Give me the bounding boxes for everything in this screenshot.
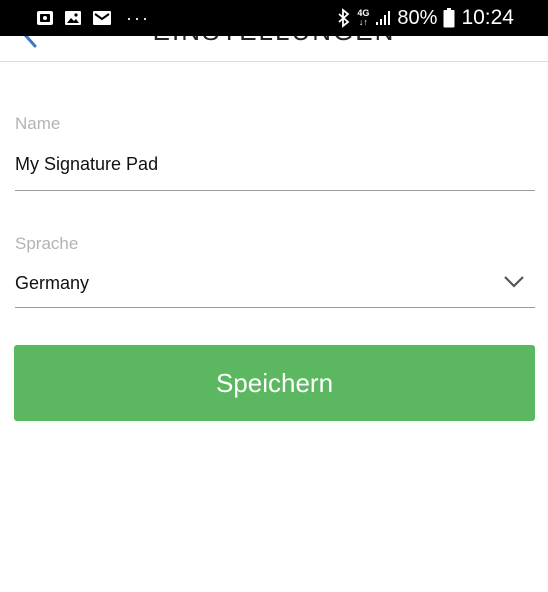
clock: 10:24 [461, 6, 514, 29]
page-title: EINSTELLUNGEN [0, 36, 548, 47]
image-icon [64, 10, 82, 26]
name-input[interactable] [15, 154, 535, 175]
bluetooth-icon [337, 8, 351, 28]
signal-icon [375, 10, 391, 26]
mail-icon [92, 10, 112, 26]
save-button[interactable]: Speichern [14, 345, 535, 421]
chevron-down-icon[interactable] [503, 274, 525, 290]
name-label: Name [15, 114, 61, 133]
battery-percent: 80% [397, 6, 438, 29]
more-notifications-icon: ··· [126, 8, 150, 28]
language-label: Sprache [15, 234, 79, 253]
name-underline [15, 190, 535, 191]
system-icons: 4G ↓↑ 80% 10:24 [331, 6, 514, 30]
language-field[interactable]: Sprache Germany [15, 234, 535, 310]
battery-icon [443, 8, 455, 28]
language-underline [15, 307, 535, 308]
app-header: EINSTELLUNGEN [0, 36, 548, 62]
gallery-safe-icon [36, 10, 54, 26]
notification-icons: ··· [36, 9, 150, 27]
language-select-value[interactable]: Germany [15, 273, 535, 294]
name-field: Name [15, 114, 535, 194]
network-4g-icon: 4G ↓↑ [357, 9, 369, 27]
status-bar: ··· 4G ↓↑ 80% 10:24 [0, 0, 548, 36]
network-arrows: ↓↑ [358, 17, 368, 27]
